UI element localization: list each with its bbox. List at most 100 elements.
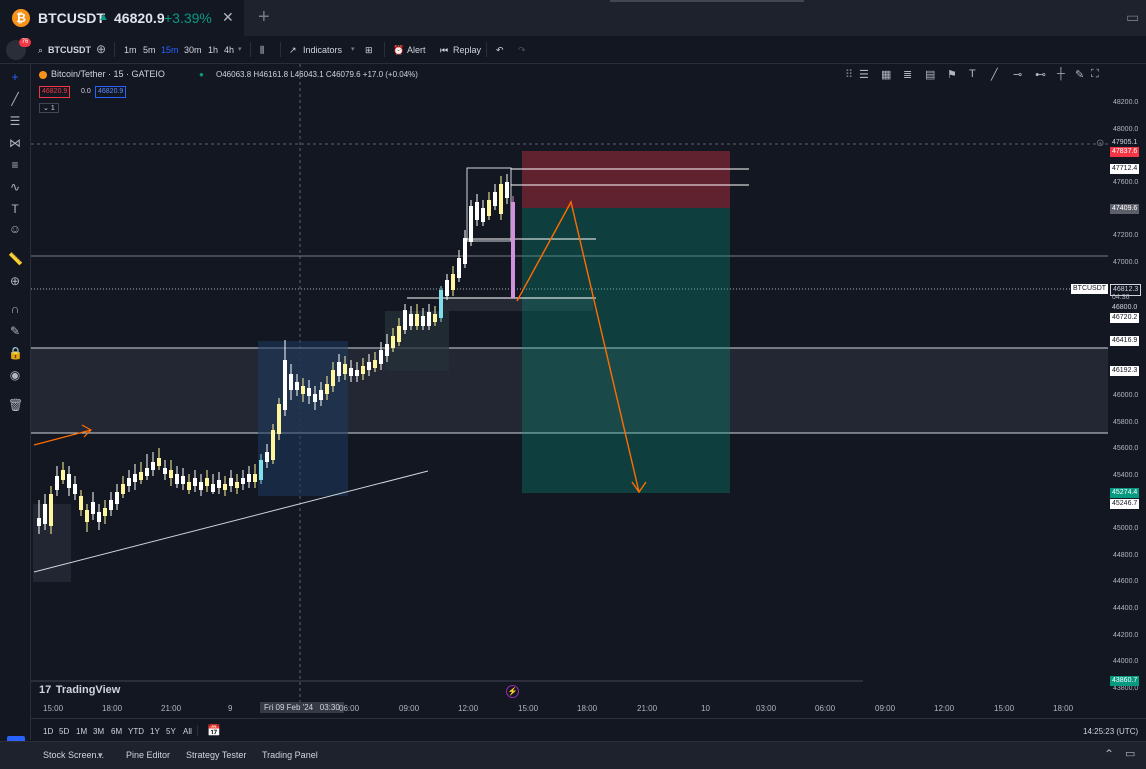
undo-icon[interactable]: ↶ xyxy=(496,45,504,56)
settings-clock-icon[interactable]: ⊙ xyxy=(1096,138,1104,149)
screener-dropdown-icon[interactable]: ▾ xyxy=(98,750,103,761)
new-tab-icon[interactable]: + xyxy=(258,6,270,29)
indicators-button[interactable]: Indicators xyxy=(303,45,342,55)
candle-body xyxy=(337,362,341,376)
calendar-icon[interactable]: 📅 xyxy=(207,724,221,737)
legend-title[interactable]: Bitcoin/Tether · 15 · GATEIO xyxy=(51,69,165,79)
lock-icon[interactable]: 🔒 xyxy=(8,346,23,360)
search-icon[interactable]: ⌕ xyxy=(38,45,43,56)
trend-line-icon[interactable]: ╱ xyxy=(8,92,22,106)
replay-icon[interactable]: ⏮ xyxy=(440,45,448,56)
horizontal-line-icon[interactable]: ⊷ xyxy=(1035,68,1046,81)
patterns-icon[interactable]: ≡ xyxy=(8,158,22,172)
stop-loss-zone xyxy=(522,151,730,208)
interval-1h[interactable]: 1h xyxy=(208,45,218,55)
candle-body xyxy=(409,314,413,326)
range-1y[interactable]: 1Y xyxy=(150,727,160,736)
candle xyxy=(127,470,131,492)
candle-body xyxy=(253,474,257,482)
fib-icon[interactable]: ☰ xyxy=(859,68,869,81)
emoji-icon[interactable]: ☺ xyxy=(8,222,22,236)
candle-body xyxy=(73,484,77,494)
candle xyxy=(229,470,233,492)
price-label: 43800.0 xyxy=(1113,685,1139,692)
crop-icon[interactable]: ⛶ xyxy=(1091,68,1099,81)
line-icon[interactable]: ╱ xyxy=(991,68,998,81)
interval-dropdown-icon[interactable]: ▾ xyxy=(238,45,242,53)
channel-icon[interactable]: ≣ xyxy=(903,68,912,81)
visibility-eye-icon[interactable]: ◉ xyxy=(8,368,22,382)
candle xyxy=(493,184,497,210)
range-all[interactable]: All xyxy=(183,727,192,736)
range-1d[interactable]: 1D xyxy=(43,727,53,736)
brush-icon[interactable]: ∿ xyxy=(8,180,22,194)
range-ytd[interactable]: YTD xyxy=(128,727,144,736)
tab-trading-panel[interactable]: Trading Panel xyxy=(262,750,318,760)
range-5y[interactable]: 5Y xyxy=(166,727,176,736)
tab-strategy-tester[interactable]: Strategy Tester xyxy=(186,750,246,760)
ray-icon[interactable]: ⊸ xyxy=(1013,68,1022,81)
candle-body xyxy=(139,472,143,480)
zoom-icon[interactable]: ⊕ xyxy=(8,274,22,288)
buy-price-box[interactable]: 46820.9 xyxy=(95,86,127,98)
utc-clock[interactable]: 14:25:23 (UTC) xyxy=(1083,727,1138,736)
replay-button[interactable]: Replay xyxy=(453,45,481,55)
price-label: 45000.0 xyxy=(1113,525,1139,532)
expand-panel-icon[interactable]: ⌃ xyxy=(1104,747,1114,761)
browser-tab[interactable]: ₿ BTCUSDT ▲ 46820.9 +3.39% ✕ xyxy=(0,0,244,36)
price-label: 48200.0 xyxy=(1113,99,1139,106)
tab-close-icon[interactable]: ✕ xyxy=(222,9,234,26)
magnet-icon[interactable]: ∩ xyxy=(8,302,22,316)
alert-icon[interactable]: ⏰ xyxy=(393,45,404,56)
layouts-icon[interactable]: ⊞ xyxy=(365,45,373,56)
position-icon[interactable]: ▤ xyxy=(925,68,935,81)
indicators-dropdown-icon[interactable]: ▾ xyxy=(351,45,355,53)
sell-price-box[interactable]: 46820.9 xyxy=(39,86,71,98)
interval-5m[interactable]: 5m xyxy=(143,45,156,55)
candle-body xyxy=(415,314,419,326)
interval-15m[interactable]: 15m xyxy=(161,45,179,55)
trash-icon[interactable]: 🗑 xyxy=(8,398,23,412)
monitor-icon[interactable]: ▭ xyxy=(1126,9,1139,26)
brush-icon[interactable]: ✎ xyxy=(1075,68,1084,81)
candle xyxy=(139,462,143,484)
lock-drawing-mode-icon[interactable]: ✎ xyxy=(8,324,22,338)
candle xyxy=(451,266,455,296)
tab-pine-editor[interactable]: Pine Editor xyxy=(126,750,170,760)
interval-30m[interactable]: 30m xyxy=(184,45,202,55)
alert-button[interactable]: Alert xyxy=(407,45,426,55)
maximize-panel-icon[interactable]: ▭ xyxy=(1125,747,1135,760)
compare-symbol-icon[interactable]: ⊕ xyxy=(96,42,106,56)
indicators-icon[interactable]: ↗ xyxy=(289,45,297,56)
range-5d[interactable]: 5D xyxy=(59,727,69,736)
text-icon[interactable]: T xyxy=(969,68,976,80)
price-axis[interactable]: 48200.0 48000.0 47600.0 47200.0 47000.0 … xyxy=(1071,64,1146,694)
fib-retracement-icon[interactable]: ☰ xyxy=(8,114,22,128)
range-3m[interactable]: 3M xyxy=(93,727,104,736)
grid-icon[interactable]: ▦ xyxy=(881,68,891,81)
candle xyxy=(85,504,89,532)
spread-value: 0.0 xyxy=(81,88,91,95)
pitchfork-icon[interactable]: ⋈ xyxy=(8,136,22,150)
range-6m[interactable]: 6M xyxy=(111,727,122,736)
text-tool-icon[interactable]: T xyxy=(8,202,22,216)
candle xyxy=(163,460,167,480)
chart-pane[interactable]: Bitcoin/Tether · 15 · GATEIO ● O46063.8 … xyxy=(31,64,1108,740)
symbol-search[interactable]: BTCUSDT xyxy=(48,45,91,55)
drag-handle-icon[interactable]: ⠿ xyxy=(845,68,853,81)
price-label: 45800.0 xyxy=(1113,419,1139,426)
tab-stock-screener[interactable]: Stock Screen... xyxy=(43,750,104,760)
chart-canvas[interactable] xyxy=(31,64,1108,740)
candle xyxy=(79,490,83,516)
flag-icon[interactable]: ⚑ xyxy=(947,68,957,81)
crosshair-icon[interactable]: + xyxy=(8,70,22,84)
candle xyxy=(91,492,95,520)
vertical-line-icon[interactable]: ┼ xyxy=(1057,68,1065,80)
interval-1m[interactable]: 1m xyxy=(124,45,137,55)
legend-collapse-toggle[interactable]: ⌄ 1 xyxy=(39,103,59,113)
range-1m[interactable]: 1M xyxy=(76,727,87,736)
candle-type-icon[interactable]: ⫼ xyxy=(260,45,264,56)
redo-icon[interactable]: ↷ xyxy=(518,45,526,56)
ruler-icon[interactable]: 📏 xyxy=(8,252,23,266)
interval-4h[interactable]: 4h xyxy=(224,45,234,55)
